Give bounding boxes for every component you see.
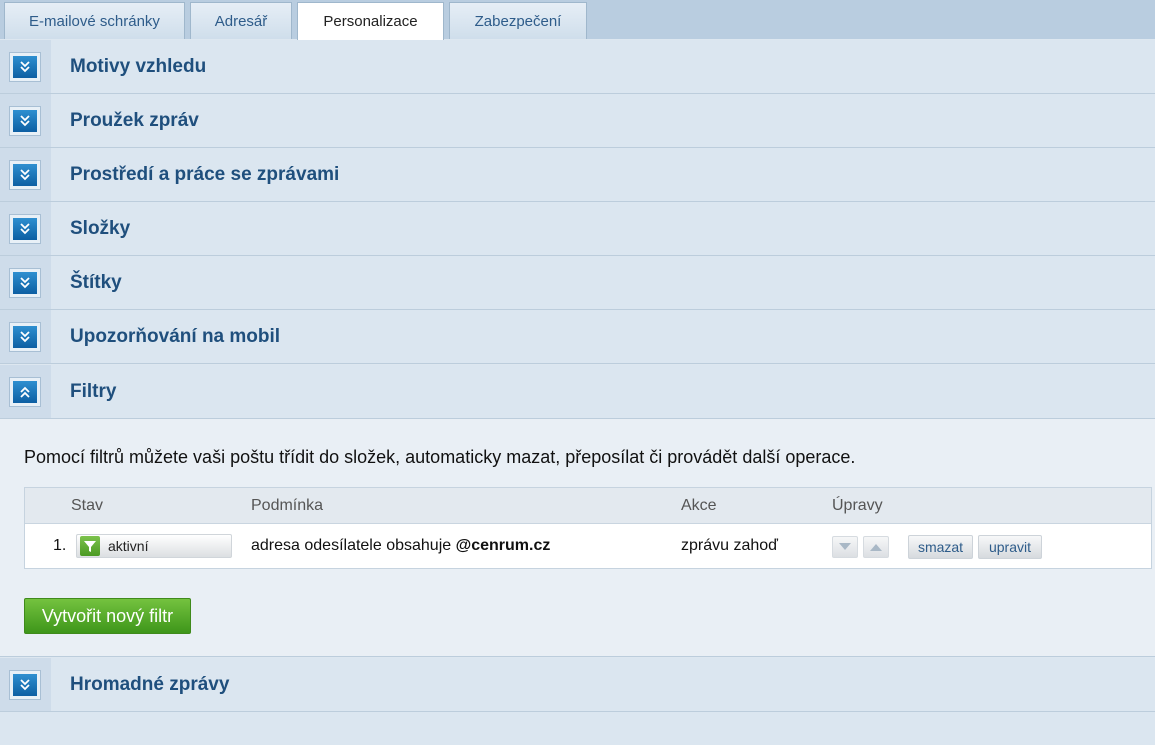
move-down-button[interactable] [832,536,858,558]
button-label: smazat [917,539,964,555]
section-title[interactable]: Štítky [70,272,122,294]
button-label: Vytvořit nový filtr [41,605,174,626]
column-header-condition: Podmínka [251,497,324,514]
section-bulk-messages: Hromadné zprávy [0,658,1155,712]
section-labels: Štítky [0,256,1155,310]
chevron-down-icon [13,271,37,294]
chevron-down-icon [13,109,37,132]
condition-value: @cenrum.cz [455,537,551,554]
section-environment: Prostředí a práce se zprávami [0,148,1155,202]
section-title[interactable]: Filtry [70,381,116,403]
delete-filter-button[interactable]: smazat [908,535,973,559]
section-themes: Motivy vzhledu [0,40,1155,94]
section-title[interactable]: Proužek zpráv [70,110,199,132]
move-up-button[interactable] [863,536,889,558]
column-header-status: Stav [71,497,104,514]
tab-address-book[interactable]: Adresář [190,2,292,39]
filter-action: zprávu zahoď [681,537,778,554]
table-row: 1. aktivní adresa odesílatele obsahuje @… [25,524,1151,568]
chevron-down-icon [13,217,37,240]
section-message-strip: Proužek zpráv [0,94,1155,148]
expand-button[interactable] [9,159,41,190]
row-number: 1. [53,537,67,554]
filters-table: Stav Podmínka Akce Úpravy 1. aktivní adr… [24,487,1152,569]
create-filter-button[interactable]: Vytvořit nový filtr [24,598,191,634]
expand-button[interactable] [9,321,41,352]
edit-filter-button[interactable]: upravit [978,535,1042,559]
chevron-up-icon [13,380,37,403]
tab-label: Personalizace [323,13,418,30]
section-title[interactable]: Motivy vzhledu [70,56,206,78]
tab-label: Adresář [214,12,268,30]
page-background [0,712,1155,745]
section-title[interactable]: Prostředí a práce se zprávami [70,164,339,186]
chevron-down-icon [13,325,37,348]
section-title[interactable]: Složky [70,218,130,240]
filter-funnel-icon [80,536,100,556]
expand-button[interactable] [9,105,41,136]
expand-button[interactable] [9,51,41,82]
section-filters: Filtry [0,365,1155,419]
collapse-button[interactable] [9,376,41,407]
column-header-action: Akce [681,497,717,514]
expand-button[interactable] [9,669,41,700]
chevron-down-icon [13,673,37,696]
table-header: Stav Podmínka Akce Úpravy [25,488,1151,524]
button-label: upravit [988,539,1032,555]
triangle-up-icon [870,538,882,556]
tab-label: Zabezpečení [474,12,562,30]
section-mobile-notifications: Upozorňování na mobil [0,310,1155,364]
status-toggle[interactable]: aktivní [76,534,232,558]
condition-prefix: adresa odesílatele obsahuje [251,537,456,554]
filters-panel: Pomocí filtrů můžete vaši poštu třídit d… [0,419,1155,657]
section-title[interactable]: Upozorňování na mobil [70,326,280,348]
filter-condition: adresa odesílatele obsahuje @cenrum.cz [251,537,550,555]
section-folders: Složky [0,202,1155,256]
chevron-down-icon [13,55,37,78]
expand-button[interactable] [9,213,41,244]
tab-label: E-mailové schránky [29,12,160,30]
column-header-edits: Úpravy [832,497,883,514]
tab-bar: E-mailové schránky Adresář Personalizace… [0,0,1155,40]
chevron-down-icon [13,163,37,186]
tab-personalization[interactable]: Personalizace [297,2,444,40]
status-label: aktivní [108,538,149,554]
expand-button[interactable] [9,267,41,298]
tab-email-mailboxes[interactable]: E-mailové schránky [4,2,185,39]
tab-security[interactable]: Zabezpečení [449,2,587,39]
filters-description: Pomocí filtrů můžete vaši poštu třídit d… [24,447,856,467]
triangle-down-icon [839,538,851,556]
section-title[interactable]: Hromadné zprávy [70,674,229,696]
